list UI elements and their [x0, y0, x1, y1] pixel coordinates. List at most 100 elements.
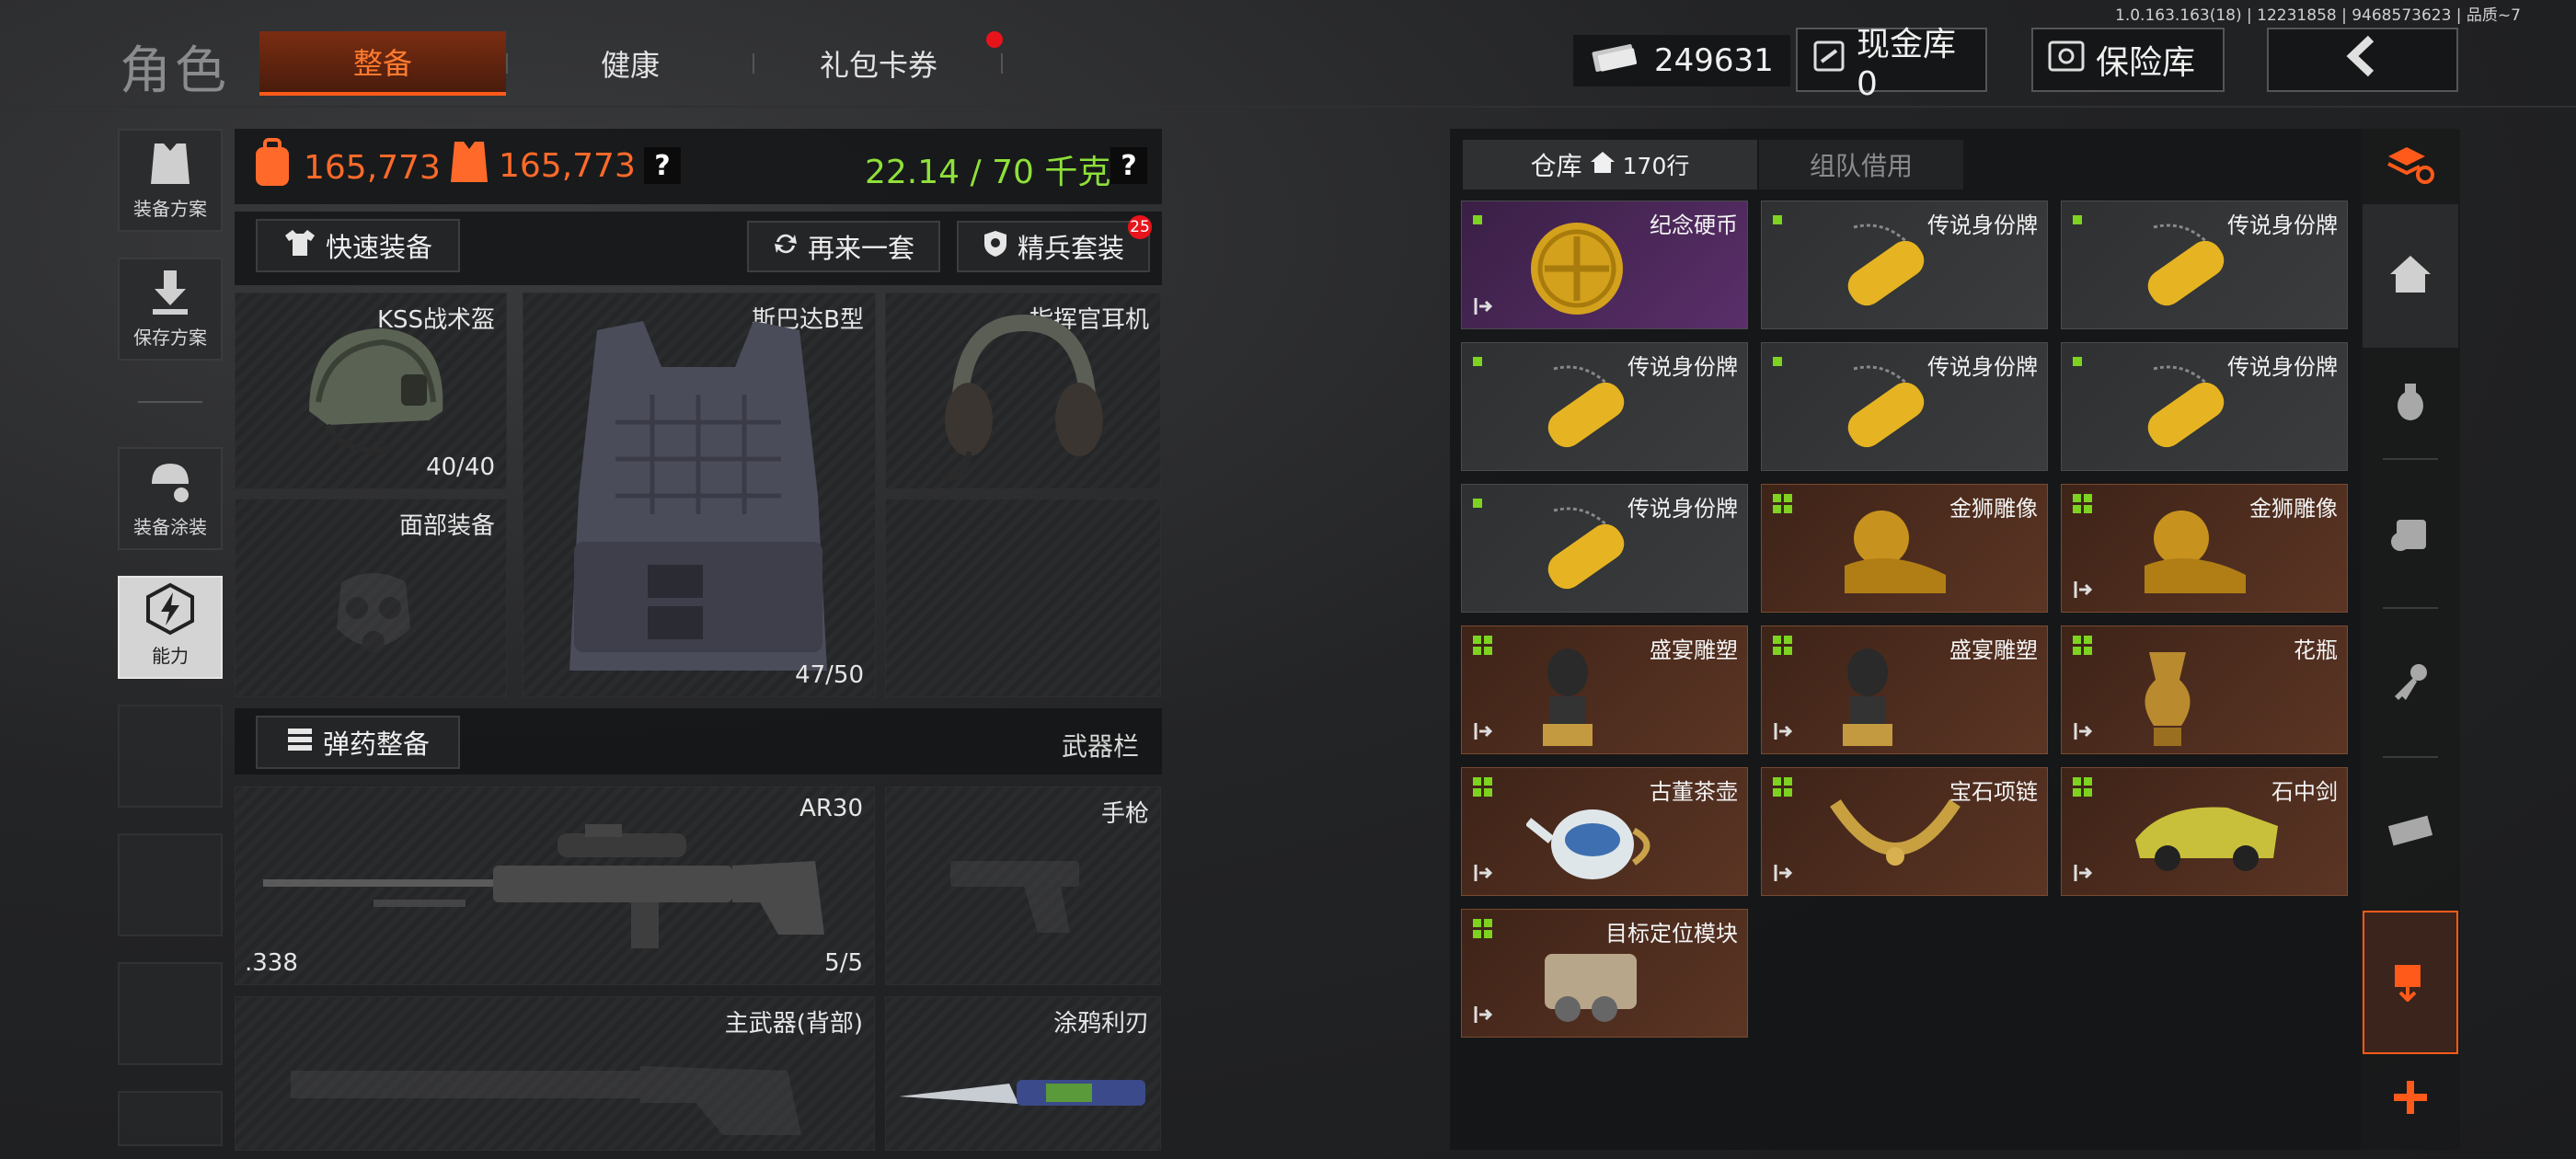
equipment-skin-label: 装备涂装 — [133, 516, 207, 538]
dog-tag-icon — [1526, 501, 1637, 606]
tab-gift-vouchers[interactable]: 礼包卡券 — [764, 31, 994, 96]
ammo-equip-button[interactable]: 弹药整备 — [256, 716, 460, 769]
primary-back-slot[interactable]: 主武器(背部) — [235, 996, 875, 1151]
category-home-button[interactable] — [2363, 204, 2458, 348]
butterfly-knife-icon — [899, 1071, 1156, 1120]
warehouse-item[interactable]: 盛宴雕塑 — [1761, 625, 2048, 754]
rarity-tag-icon — [2073, 777, 2093, 801]
exit-arrow-icon — [1773, 863, 1793, 888]
empty-menu-slot — [118, 1091, 223, 1146]
equipment-skin-button[interactable]: 装备涂装 — [118, 447, 223, 550]
item-name: 纪念硬币 — [1650, 212, 1738, 238]
item-name: 传说身份牌 — [1927, 212, 2038, 238]
version-text: 1.0.163.163(18) | 12231858 | 9468573623 … — [2115, 6, 2521, 25]
warehouse-item[interactable]: 金狮雕像 — [1761, 484, 2048, 613]
house-icon — [2388, 254, 2432, 298]
elite-badge: 25 — [1128, 215, 1152, 239]
save-plan-button[interactable]: 保存方案 — [118, 258, 223, 361]
tab-equip[interactable]: 整备 — [259, 31, 506, 96]
warehouse-tab[interactable]: 仓库 170行 — [1463, 140, 1757, 189]
rarity-tag-icon — [2073, 352, 2082, 370]
gold-coin-icon — [1526, 218, 1627, 323]
category-key-button[interactable] — [2363, 609, 2458, 756]
weapons-label: 武器栏 — [1062, 731, 1140, 762]
warehouse-item[interactable]: 传说身份牌 — [2061, 342, 2348, 471]
exit-arrow-icon — [2073, 721, 2093, 746]
bust-statue-icon — [1826, 643, 1909, 757]
warehouse-item[interactable]: 目标定位模块 — [1461, 909, 1748, 1038]
warehouse-item[interactable]: 宝石项链 — [1761, 767, 2048, 896]
shield-icon — [983, 229, 1008, 265]
category-medical-button[interactable] — [2363, 460, 2458, 607]
quick-equip-button[interactable]: 快速装备 — [256, 219, 460, 272]
tab-health[interactable]: 健康 — [515, 31, 745, 96]
face-slot[interactable]: 面部装备 — [235, 499, 507, 697]
headset-slot[interactable]: 指挥官耳机 — [885, 293, 1161, 489]
cash-vault-label: 现金库 0 — [1857, 25, 1957, 103]
money-value: 249631 — [1654, 42, 1774, 79]
equip-again-button[interactable]: 再来一套 — [747, 221, 940, 272]
equipment-plan-button[interactable]: 装备方案 — [118, 129, 223, 232]
rarity-tag-icon — [1473, 919, 1493, 943]
warehouse-item[interactable]: 花瓶 — [2061, 625, 2348, 754]
exit-arrow-icon — [1473, 721, 1493, 746]
rarity-tag-icon — [1773, 211, 1782, 228]
sniper-rifle-icon — [263, 815, 852, 957]
backpack-icon — [250, 138, 294, 198]
helmet-slot[interactable]: KSS战术盔 40/40 — [235, 293, 507, 489]
empty-menu-slot — [118, 962, 223, 1065]
elite-set-button[interactable]: 精兵套装 — [957, 221, 1150, 272]
grenade-icon — [2394, 380, 2427, 426]
rarity-tag-icon — [1773, 352, 1782, 370]
rarity-tag-icon — [2073, 211, 2082, 228]
dog-tag-icon — [2126, 218, 2237, 323]
money-display: 249631 — [1573, 35, 1790, 86]
warehouse-item[interactable]: 纪念硬币 — [1461, 201, 1748, 329]
stack-refresh-icon — [2385, 143, 2436, 189]
warehouse-item[interactable]: 石中剑 — [2061, 767, 2348, 896]
item-name: 传说身份牌 — [1927, 354, 2038, 380]
back-button[interactable] — [2267, 28, 2458, 92]
team-borrow-tab[interactable]: 组队借用 — [1759, 140, 1963, 189]
add-category-button[interactable] — [2363, 1058, 2458, 1141]
weight-help-button[interactable]: ? — [1110, 147, 1147, 184]
armor-slot[interactable]: 斯巴达B型 47/50 — [523, 293, 876, 697]
necklace-icon — [1826, 785, 1964, 889]
helmet-durability: 40/40 — [426, 453, 495, 481]
warehouse-item[interactable]: 金狮雕像 — [2061, 484, 2348, 613]
warehouse-item[interactable]: 盛宴雕塑 — [1461, 625, 1748, 754]
category-collectibles-button[interactable] — [2363, 911, 2458, 1054]
category-cash-button[interactable] — [2363, 758, 2458, 905]
cash-vault-button[interactable]: 现金库 0 — [1796, 26, 1987, 103]
item-name: 传说身份牌 — [1627, 496, 1738, 522]
gas-mask-icon — [328, 564, 420, 669]
ability-button[interactable]: 能力 — [118, 576, 223, 679]
header-divider — [0, 106, 2576, 108]
category-grenade-button[interactable] — [2363, 348, 2458, 458]
warehouse-item[interactable]: 传说身份牌 — [1461, 342, 1748, 471]
exit-arrow-icon — [1473, 1004, 1493, 1029]
empty-menu-slot — [118, 705, 223, 808]
knife-slot[interactable]: 涂鸦利刃 — [885, 996, 1161, 1151]
pistol-slot-label: 手枪 — [1100, 800, 1149, 828]
warehouse-item[interactable]: 传说身份牌 — [1461, 484, 1748, 613]
warehouse-item[interactable]: 传说身份牌 — [1761, 342, 2048, 471]
pistol-slot[interactable]: 手枪 — [885, 786, 1161, 985]
cash-stack-icon — [2385, 811, 2436, 852]
category-all-button[interactable] — [2363, 129, 2458, 204]
pistol-icon — [950, 852, 1088, 938]
gold-lion-icon — [2126, 501, 2255, 606]
safe-icon — [2048, 40, 2085, 80]
face-slot-label: 面部装备 — [398, 512, 495, 540]
item-name: 目标定位模块 — [1605, 921, 1738, 947]
warehouse-item[interactable]: 传说身份牌 — [2061, 201, 2348, 329]
stat-help-button[interactable]: ? — [644, 147, 681, 184]
cash-icon — [1590, 40, 1641, 82]
warehouse-item[interactable]: 古董茶壶 — [1461, 767, 1748, 896]
safe-vault-button[interactable]: 保险库 — [2031, 28, 2225, 92]
rifle-slot[interactable]: AR30 .338 5/5 — [235, 786, 875, 985]
empty-equipment-slot[interactable] — [885, 499, 1161, 697]
warehouse-item[interactable]: 传说身份牌 — [1761, 201, 2048, 329]
vase-icon — [2126, 643, 2209, 757]
tab-divider — [753, 53, 754, 74]
